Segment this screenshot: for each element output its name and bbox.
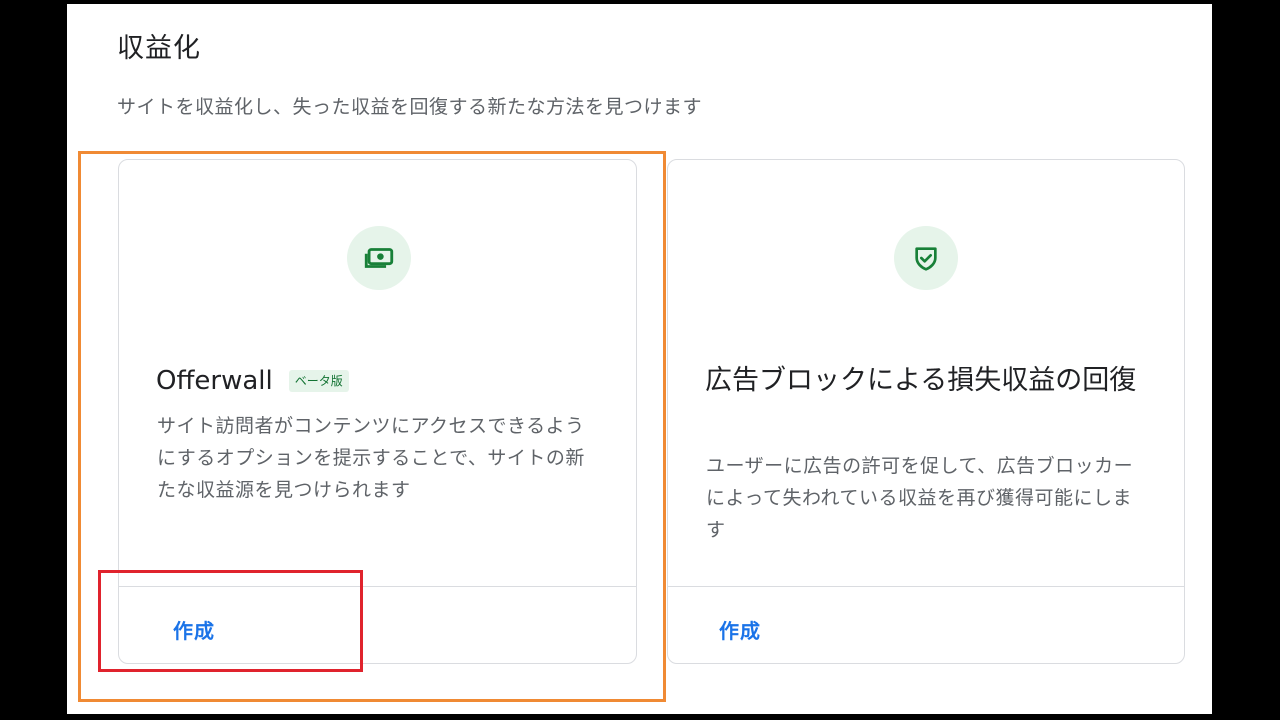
offerwall-description: サイト訪問者がコンテンツにアクセスできるようにするオプションを提示することで、サ…	[157, 415, 585, 501]
offerwall-title: Offerwall ベータ版	[156, 362, 349, 400]
money-icon	[364, 248, 394, 268]
offerwall-card: Offerwall ベータ版 サイト訪問者がコンテンツにアクセスできるようにするオ…	[118, 159, 637, 664]
offerwall-icon-circle	[347, 226, 411, 290]
page-title: 収益化	[117, 33, 201, 64]
monetization-page: 収益化 サイトを収益化し、失った収益を回復する新たな方法を見つけます Offer…	[67, 4, 1212, 714]
shield-check-icon	[915, 247, 937, 271]
page-subtitle: サイトを収益化し、失った収益を回復する新たな方法を見つけます	[117, 96, 703, 118]
card-divider	[668, 586, 1184, 587]
adblock-recovery-title: 広告ブロックによる損失収益の回復	[705, 365, 1137, 396]
adblock-recovery-description: ユーザーに広告の許可を促して、広告ブロッカーによって失われている収益を再び獲得可…	[706, 455, 1134, 541]
card-divider	[119, 586, 636, 587]
adblock-recovery-create-button[interactable]: 作成	[719, 615, 761, 644]
adblock-icon-circle	[894, 226, 958, 290]
adblock-recovery-card: 広告ブロックによる損失収益の回復 ユーザーに広告の許可を促して、広告ブロッカーに…	[667, 159, 1185, 664]
offerwall-create-button[interactable]: 作成	[173, 615, 215, 644]
beta-badge: ベータ版	[288, 370, 349, 392]
offerwall-title-text: Offerwall	[156, 366, 273, 396]
